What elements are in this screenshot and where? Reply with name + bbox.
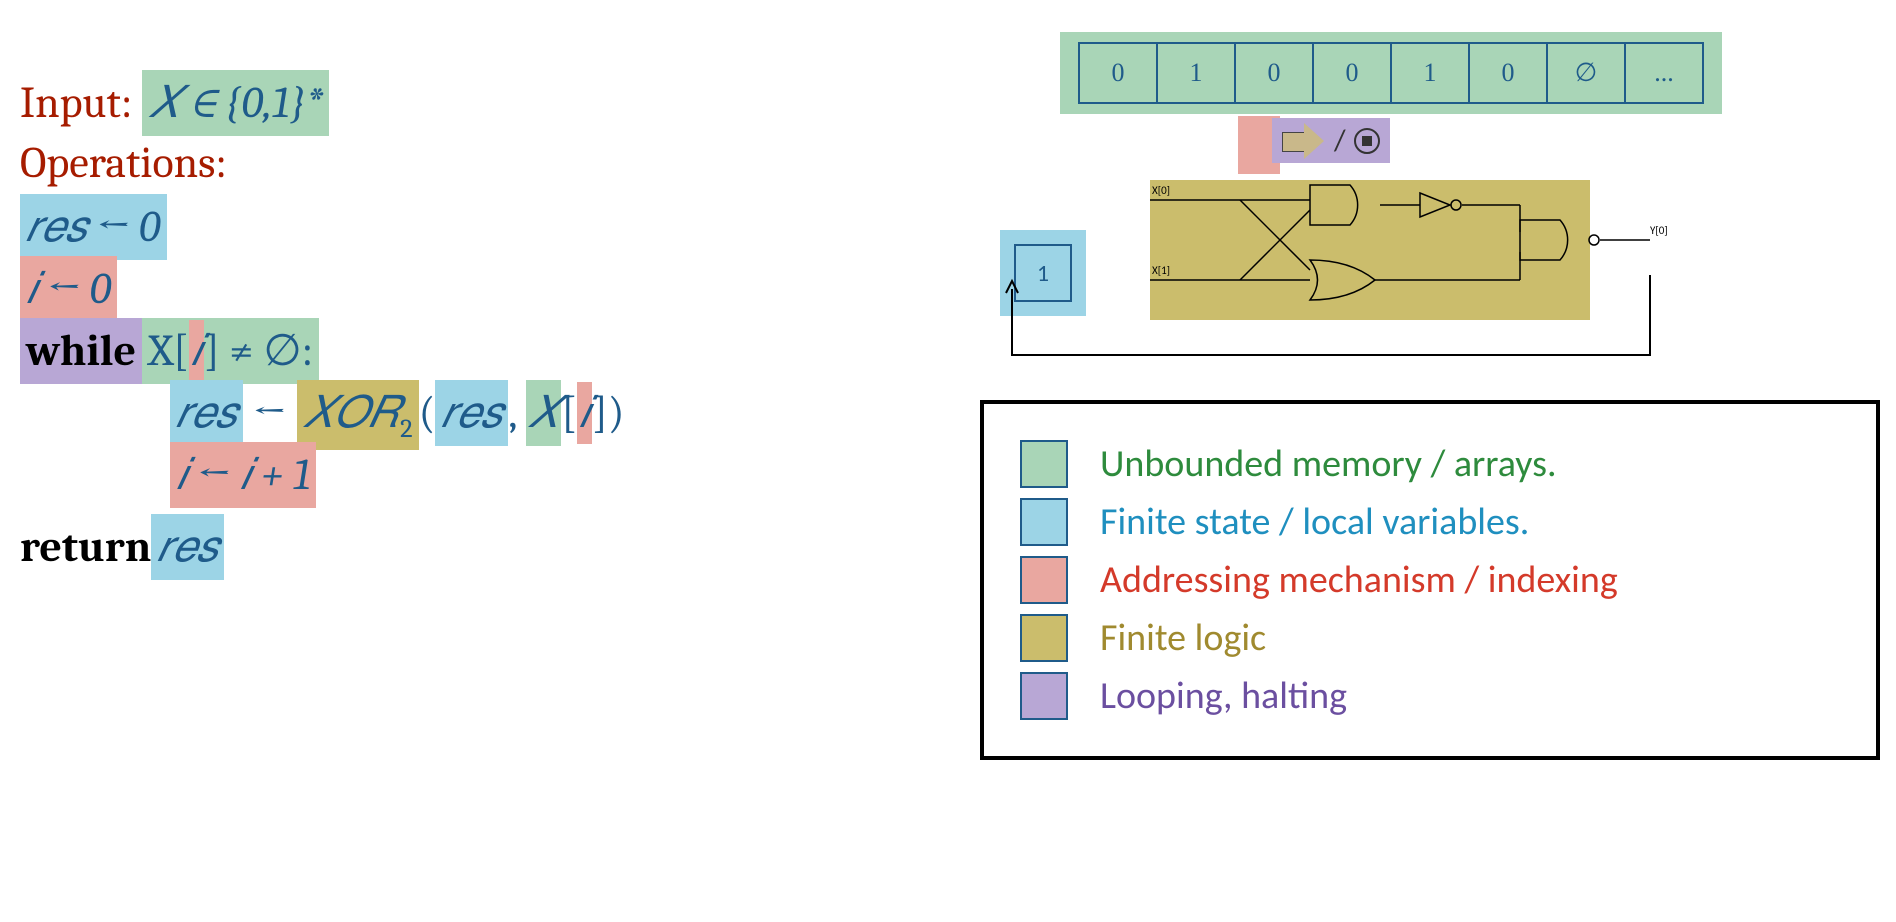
tape-cell: 0 xyxy=(1468,42,1548,104)
legend-swatch xyxy=(1020,614,1068,662)
state-value: 1 xyxy=(1014,244,1072,302)
res-init: 𝑟𝑒𝑠 ← 0 xyxy=(20,194,167,260)
legend-label: Finite state / local variables. xyxy=(1100,499,1529,545)
while-keyword: while xyxy=(26,325,136,376)
while-line: whileX[𝑖] ≠ ∅: xyxy=(20,318,780,380)
legend: Unbounded memory / arrays. Finite state /… xyxy=(980,400,1880,760)
circuit-label-y0: Y[0] xyxy=(1650,224,1668,237)
code-block: Input: 𝑋 ∈ {0,1}* Operations: 𝑟𝑒𝑠 ← 0 𝑖 … xyxy=(20,70,780,576)
tape-cell: 0 xyxy=(1234,42,1314,104)
circuit-label-x0: X[0] xyxy=(1152,184,1170,197)
tape-head: / xyxy=(1272,118,1390,163)
halt-icon xyxy=(1354,128,1380,154)
input-expression: 𝑋 ∈ {0,1}* xyxy=(142,70,329,136)
i-init: 𝑖 ← 0 xyxy=(20,256,117,322)
tape-cell: 1 xyxy=(1390,42,1470,104)
increment-line: 𝑖 ← 𝑖 + 1 xyxy=(170,442,316,508)
legend-swatch xyxy=(1020,498,1068,546)
tape-cell: 0 xyxy=(1078,42,1158,104)
arrow-right-icon xyxy=(1282,124,1326,158)
legend-swatch xyxy=(1020,556,1068,604)
legend-row: Finite state / local variables. xyxy=(1020,498,1840,546)
circuit-label-x1: X[1] xyxy=(1152,264,1170,277)
input-label: Input: xyxy=(20,77,132,128)
legend-swatch xyxy=(1020,672,1068,720)
legend-row: Addressing mechanism / indexing xyxy=(1020,556,1840,604)
legend-swatch xyxy=(1020,440,1068,488)
operations-label: Operations: xyxy=(20,137,227,188)
legend-label: Addressing mechanism / indexing xyxy=(1100,557,1618,603)
legend-label: Unbounded memory / arrays. xyxy=(1100,441,1557,487)
circuit-diagram: X[0] X[1] Y[0] xyxy=(1150,160,1670,360)
tape: 010010∅... xyxy=(1060,32,1722,114)
tape-cell: 1 xyxy=(1156,42,1236,104)
tape-cell: ... xyxy=(1624,42,1704,104)
state-box: 1 xyxy=(1000,230,1086,316)
return-keyword: return xyxy=(20,521,151,572)
return-value: 𝑟𝑒𝑠 xyxy=(151,514,224,580)
legend-label: Finite logic xyxy=(1100,615,1266,661)
tape-cell: 0 xyxy=(1312,42,1392,104)
legend-row: Finite logic xyxy=(1020,614,1840,662)
legend-row: Looping, halting xyxy=(1020,672,1840,720)
xor-assign-line: 𝑟𝑒𝑠 ← 𝑋𝑂𝑅2(𝑟𝑒𝑠, 𝑋[𝑖]) xyxy=(20,380,780,442)
legend-row: Unbounded memory / arrays. xyxy=(1020,440,1840,488)
tape-cell: ∅ xyxy=(1546,42,1626,104)
legend-label: Looping, halting xyxy=(1100,673,1347,719)
